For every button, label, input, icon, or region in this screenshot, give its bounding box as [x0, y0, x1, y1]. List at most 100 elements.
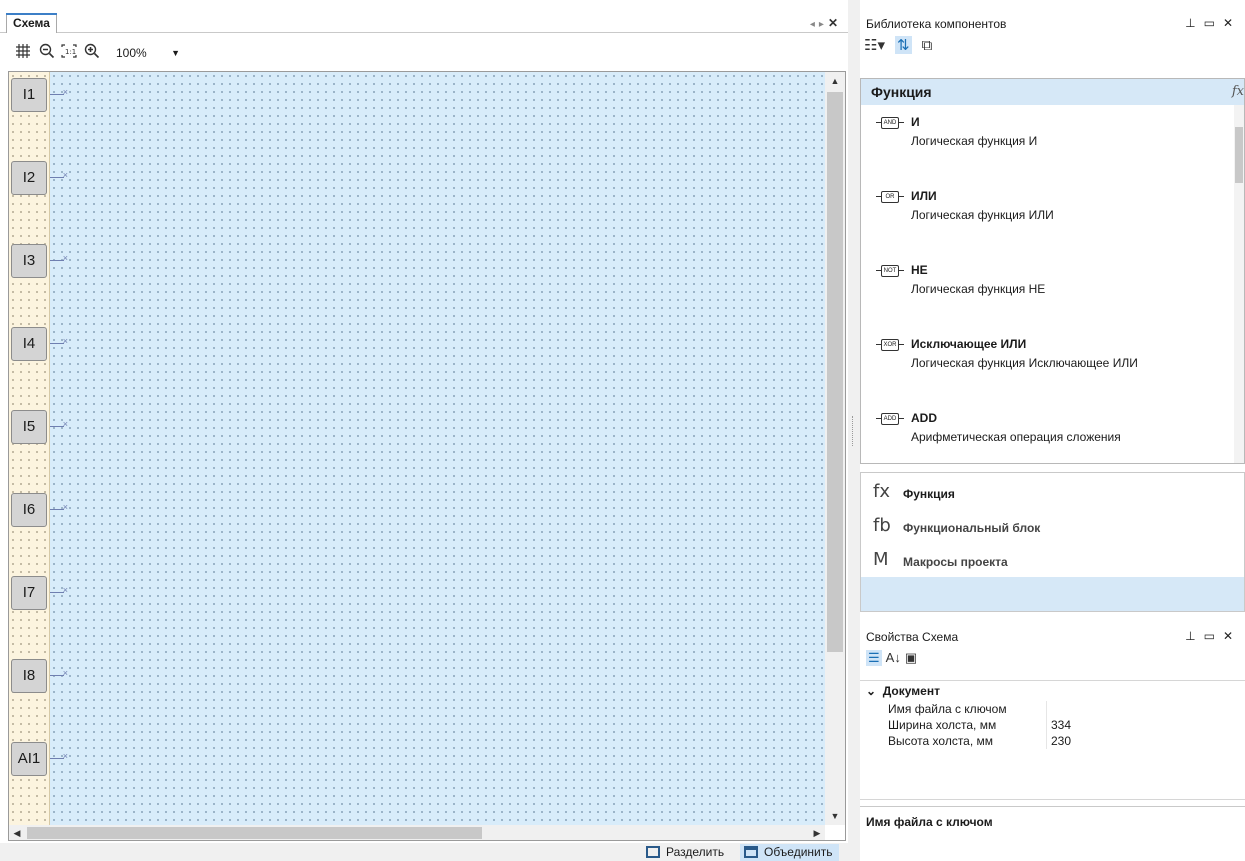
pin-I7[interactable]: I7: [11, 576, 47, 610]
zoom-in-icon[interactable]: [83, 43, 101, 61]
property-value[interactable]: 230: [1046, 733, 1245, 749]
category-label: Функциональный блок: [903, 521, 1041, 535]
merge-view-icon: [744, 846, 758, 858]
category-label: Функция: [903, 487, 955, 501]
item-name: ADD: [911, 411, 937, 425]
split-label: Разделить: [666, 845, 725, 859]
category-function[interactable]: fx Функция: [861, 477, 1244, 511]
split-button[interactable]: Разделить: [642, 844, 730, 861]
horizontal-scrollbar[interactable]: ◀ ▶: [9, 825, 825, 840]
list-header: Функция fx: [861, 79, 1244, 105]
categorized-icon[interactable]: ☰: [866, 650, 882, 666]
pin-I8[interactable]: I8: [11, 659, 47, 693]
pin-I2[interactable]: I2: [11, 161, 47, 195]
list-scrollbar[interactable]: [1234, 105, 1244, 463]
scroll-right-icon[interactable]: ▶: [809, 825, 825, 840]
tab-navigation: ◂▸✕: [810, 16, 842, 30]
scroll-left-icon[interactable]: ◀: [9, 825, 25, 840]
canvas-grid[interactable]: [50, 72, 825, 825]
item-description: Логическая функция НЕ: [911, 282, 1046, 296]
pin-I3[interactable]: I3: [11, 244, 47, 278]
category-function-block[interactable]: fb Функциональный блок: [861, 511, 1244, 545]
scroll-up-icon[interactable]: ▲: [825, 72, 845, 90]
pin-icon[interactable]: ⊥: [1185, 629, 1203, 643]
tab-schema[interactable]: Схема: [6, 13, 57, 34]
tab-scroll-right-icon[interactable]: ▸: [819, 19, 828, 30]
property-row[interactable]: Имя файла с ключом: [860, 701, 1245, 717]
close-icon[interactable]: ✕: [1223, 629, 1241, 643]
vertical-scrollbar[interactable]: ▲ ▼: [825, 72, 845, 825]
property-key: Высота холста, мм: [888, 734, 994, 748]
alphabetical-sort-icon[interactable]: A↓: [886, 650, 901, 665]
list-header-label: Функция: [871, 84, 932, 100]
list-item[interactable]: ADD ADD Арифметическая операция сложения: [861, 409, 1236, 463]
scroll-thumb[interactable]: [27, 827, 482, 839]
zoom-value: 100%: [116, 46, 147, 60]
item-description: Логическая функция ИЛИ: [911, 208, 1054, 222]
split-view-icon: [646, 846, 660, 858]
pin-connector[interactable]: [50, 253, 68, 263]
chevron-down-icon[interactable]: ⌄: [866, 684, 876, 698]
close-icon[interactable]: ✕: [828, 16, 842, 30]
property-value[interactable]: [1046, 701, 1245, 717]
list-item[interactable]: XOR Исключающее ИЛИ Логическая функция И…: [861, 335, 1236, 405]
layout-bar: Разделить Объединить: [0, 843, 848, 861]
pin-connector[interactable]: [50, 668, 68, 678]
schema-canvas[interactable]: I1 I2 I3 I4 I5 I6 I7 I8 AI1 ▲ ▼ ◀ ▶: [8, 71, 846, 841]
pin-connector[interactable]: [50, 419, 68, 429]
xor-gate-icon: XOR: [876, 339, 904, 351]
property-grid: ⌄ Документ Имя файла с ключом Ширина хол…: [860, 680, 1245, 800]
pin-connector[interactable]: [50, 585, 68, 595]
category-label: Макросы проекта: [903, 555, 1008, 569]
pin-connector[interactable]: [50, 751, 68, 761]
pin-I1[interactable]: I1: [11, 78, 47, 112]
item-name: Исключающее ИЛИ: [911, 337, 1027, 351]
property-description: Имя файла с ключом: [860, 806, 1245, 861]
list-item[interactable]: NOT НЕ Логическая функция НЕ: [861, 261, 1236, 331]
category-project-macros[interactable]: M Макросы проекта: [861, 545, 1244, 579]
property-value[interactable]: 334: [1046, 717, 1245, 733]
pin-I6[interactable]: I6: [11, 493, 47, 527]
maximize-icon[interactable]: ▭: [1204, 629, 1223, 643]
zoom-select[interactable]: 100% ▼: [116, 44, 186, 62]
property-pages-icon[interactable]: ▣: [905, 650, 917, 666]
merge-label: Объединить: [764, 845, 833, 859]
pin-connector[interactable]: [50, 87, 68, 97]
category-footer: [861, 577, 1244, 611]
properties-panel: Свойства Схема ⊥▭✕ ☰ A↓ ▣ ⌄ Документ Имя ф…: [860, 620, 1245, 861]
maximize-icon[interactable]: ▭: [1204, 16, 1223, 30]
view-mode-icon[interactable]: ☷▾: [864, 36, 885, 54]
tab-scroll-left-icon[interactable]: ◂: [810, 19, 819, 30]
grid-toggle-icon[interactable]: [14, 43, 32, 61]
close-icon[interactable]: ✕: [1223, 16, 1241, 30]
vertical-splitter[interactable]: [848, 0, 860, 861]
pin-connector[interactable]: [50, 502, 68, 512]
property-key: Имя файла с ключом: [888, 702, 1007, 716]
list-item[interactable]: OR ИЛИ Логическая функция ИЛИ: [861, 187, 1236, 257]
list-item[interactable]: AND И Логическая функция И: [861, 113, 1236, 183]
pin-AI1[interactable]: AI1: [11, 742, 47, 776]
library-categories: fx Функция fb Функциональный блок M Макр…: [860, 472, 1245, 612]
scroll-down-icon[interactable]: ▼: [825, 807, 845, 825]
property-row[interactable]: Ширина холста, мм 334: [860, 717, 1245, 733]
item-description: Логическая функция Исключающее ИЛИ: [911, 356, 1138, 370]
scroll-thumb[interactable]: [827, 92, 843, 652]
merge-button[interactable]: Объединить: [740, 844, 839, 861]
pin-I5[interactable]: I5: [11, 410, 47, 444]
properties-toolbar: ☰ A↓ ▣: [866, 650, 921, 670]
or-gate-icon: OR: [876, 191, 904, 203]
item-name: ИЛИ: [911, 189, 937, 203]
property-category[interactable]: ⌄ Документ: [866, 684, 940, 698]
actual-size-icon[interactable]: 1:1: [60, 43, 78, 61]
pin-I4[interactable]: I4: [11, 327, 47, 361]
hierarchy-icon[interactable]: ⧉: [922, 37, 933, 54]
sort-icon[interactable]: ⇅: [894, 36, 912, 54]
scroll-thumb[interactable]: [1235, 127, 1243, 183]
pin-icon[interactable]: ⊥: [1185, 16, 1203, 30]
property-row[interactable]: Высота холста, мм 230: [860, 733, 1245, 749]
property-key: Ширина холста, мм: [888, 718, 997, 732]
chevron-down-icon: ▼: [171, 48, 180, 58]
pin-connector[interactable]: [50, 336, 68, 346]
zoom-out-icon[interactable]: [38, 43, 56, 61]
pin-connector[interactable]: [50, 170, 68, 180]
